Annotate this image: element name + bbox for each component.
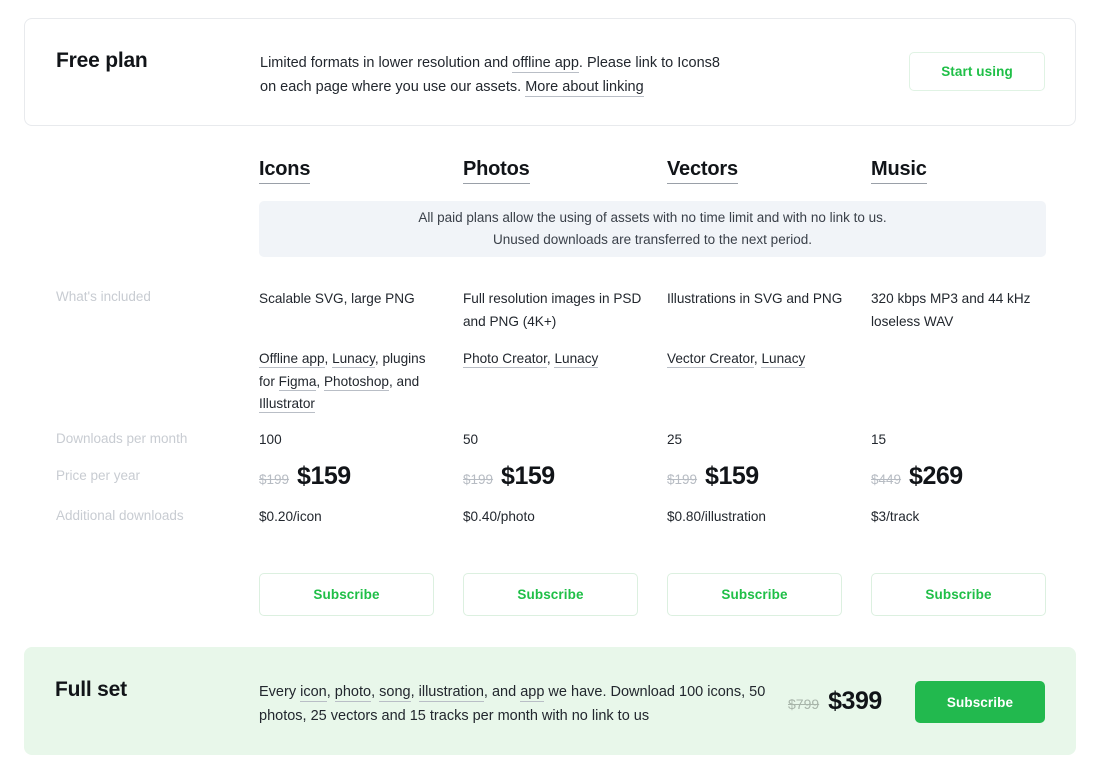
inline-link[interactable]: app bbox=[520, 684, 545, 702]
tools-icons: Offline app, Lunacy, plugins for Figma, … bbox=[259, 351, 426, 413]
additional-photos: $0.40/photo bbox=[463, 509, 535, 524]
subscribe-button-photos[interactable]: Subscribe bbox=[463, 573, 638, 616]
inline-link[interactable]: Photoshop bbox=[323, 373, 389, 391]
full-set-description: Every icon, photo, song, illustration, a… bbox=[259, 684, 766, 724]
row-label-additional-downloads: Additional downloads bbox=[56, 508, 184, 523]
inline-link[interactable]: song bbox=[379, 684, 411, 702]
inline-link[interactable]: Offline app bbox=[259, 351, 325, 368]
column-header-icons[interactable]: Icons bbox=[259, 158, 310, 184]
full-set-title: Full set bbox=[55, 678, 127, 701]
price-new-music: $269 bbox=[909, 462, 963, 490]
row-label-downloads-per-month: Downloads per month bbox=[56, 431, 188, 446]
start-using-button[interactable]: Start using bbox=[909, 52, 1045, 91]
inline-link[interactable]: icon bbox=[300, 684, 327, 702]
banner-line-2: Unused downloads are transferred to the … bbox=[493, 232, 812, 247]
free-plan-title: Free plan bbox=[56, 49, 148, 72]
features-vectors: Illustrations in SVG and PNG bbox=[667, 291, 843, 306]
subscribe-button-vectors[interactable]: Subscribe bbox=[667, 573, 842, 616]
downloads-icons: 100 bbox=[259, 432, 282, 447]
downloads-music: 15 bbox=[871, 432, 887, 447]
price-new-photos: $159 bbox=[501, 462, 555, 490]
inline-link[interactable]: Lunacy bbox=[761, 351, 806, 368]
price-new-vectors: $159 bbox=[705, 462, 759, 490]
full-set-card: Full set Every icon, photo, song, illust… bbox=[24, 647, 1076, 755]
price-vectors: $199 $159 bbox=[667, 462, 759, 491]
price-music: $449 $269 bbox=[871, 462, 963, 491]
full-set-price-old: $799 bbox=[788, 696, 820, 712]
tools-vectors: Vector Creator, Lunacy bbox=[667, 351, 806, 368]
full-set-subscribe-button[interactable]: Subscribe bbox=[915, 681, 1045, 723]
column-header-vectors-label[interactable]: Vectors bbox=[667, 158, 738, 184]
inline-link[interactable]: Illustrator bbox=[259, 396, 315, 413]
additional-icons: $0.20/icon bbox=[259, 509, 322, 524]
column-header-photos[interactable]: Photos bbox=[463, 158, 530, 184]
free-plan-description: Limited formats in lower resolution and … bbox=[260, 55, 720, 97]
price-photos: $199 $159 bbox=[463, 462, 555, 491]
price-old-photos: $199 bbox=[463, 472, 494, 487]
features-icons: Scalable SVG, large PNG bbox=[259, 291, 415, 306]
additional-music: $3/track bbox=[871, 509, 920, 524]
free-plan-card: Free plan Limited formats in lower resol… bbox=[24, 18, 1076, 126]
downloads-photos: 50 bbox=[463, 432, 479, 447]
inline-link[interactable]: Photo Creator bbox=[463, 351, 547, 368]
inline-link[interactable]: offline app bbox=[512, 55, 579, 73]
row-label-price-per-year: Price per year bbox=[56, 468, 141, 483]
subscribe-button-music[interactable]: Subscribe bbox=[871, 573, 1046, 616]
inline-link[interactable]: Lunacy bbox=[554, 351, 599, 368]
inline-link[interactable]: Vector Creator bbox=[667, 351, 754, 368]
full-set-price: $799 $399 bbox=[788, 687, 882, 716]
subscribe-button-icons[interactable]: Subscribe bbox=[259, 573, 434, 616]
pricing-page: Free plan Limited formats in lower resol… bbox=[0, 0, 1108, 775]
price-old-vectors: $199 bbox=[667, 472, 698, 487]
column-header-vectors[interactable]: Vectors bbox=[667, 158, 738, 184]
column-header-photos-label[interactable]: Photos bbox=[463, 158, 530, 184]
inline-link[interactable]: photo bbox=[334, 684, 372, 702]
column-header-icons-label[interactable]: Icons bbox=[259, 158, 310, 184]
inline-link[interactable]: Lunacy bbox=[332, 351, 375, 368]
price-new-icons: $159 bbox=[297, 462, 351, 490]
column-header-music-label[interactable]: Music bbox=[871, 158, 927, 184]
full-set-price-new: $399 bbox=[828, 687, 882, 715]
row-label-whats-included: What's included bbox=[56, 289, 151, 304]
downloads-vectors: 25 bbox=[667, 432, 683, 447]
features-music: 320 kbps MP3 and 44 kHz loseless WAV bbox=[871, 291, 1031, 329]
column-header-music[interactable]: Music bbox=[871, 158, 927, 184]
price-icons: $199 $159 bbox=[259, 462, 351, 491]
inline-link[interactable]: illustration bbox=[418, 684, 484, 702]
banner-line-1: All paid plans allow the using of assets… bbox=[418, 210, 887, 225]
inline-link[interactable]: Figma bbox=[278, 373, 317, 391]
features-photos: Full resolution images in PSD and PNG (4… bbox=[463, 291, 642, 329]
paid-plans-info-banner: All paid plans allow the using of assets… bbox=[259, 201, 1046, 257]
price-old-icons: $199 bbox=[259, 472, 290, 487]
inline-link[interactable]: More about linking bbox=[525, 79, 644, 97]
price-old-music: $449 bbox=[871, 472, 902, 487]
additional-vectors: $0.80/illustration bbox=[667, 509, 766, 524]
tools-photos: Photo Creator, Lunacy bbox=[463, 351, 599, 368]
